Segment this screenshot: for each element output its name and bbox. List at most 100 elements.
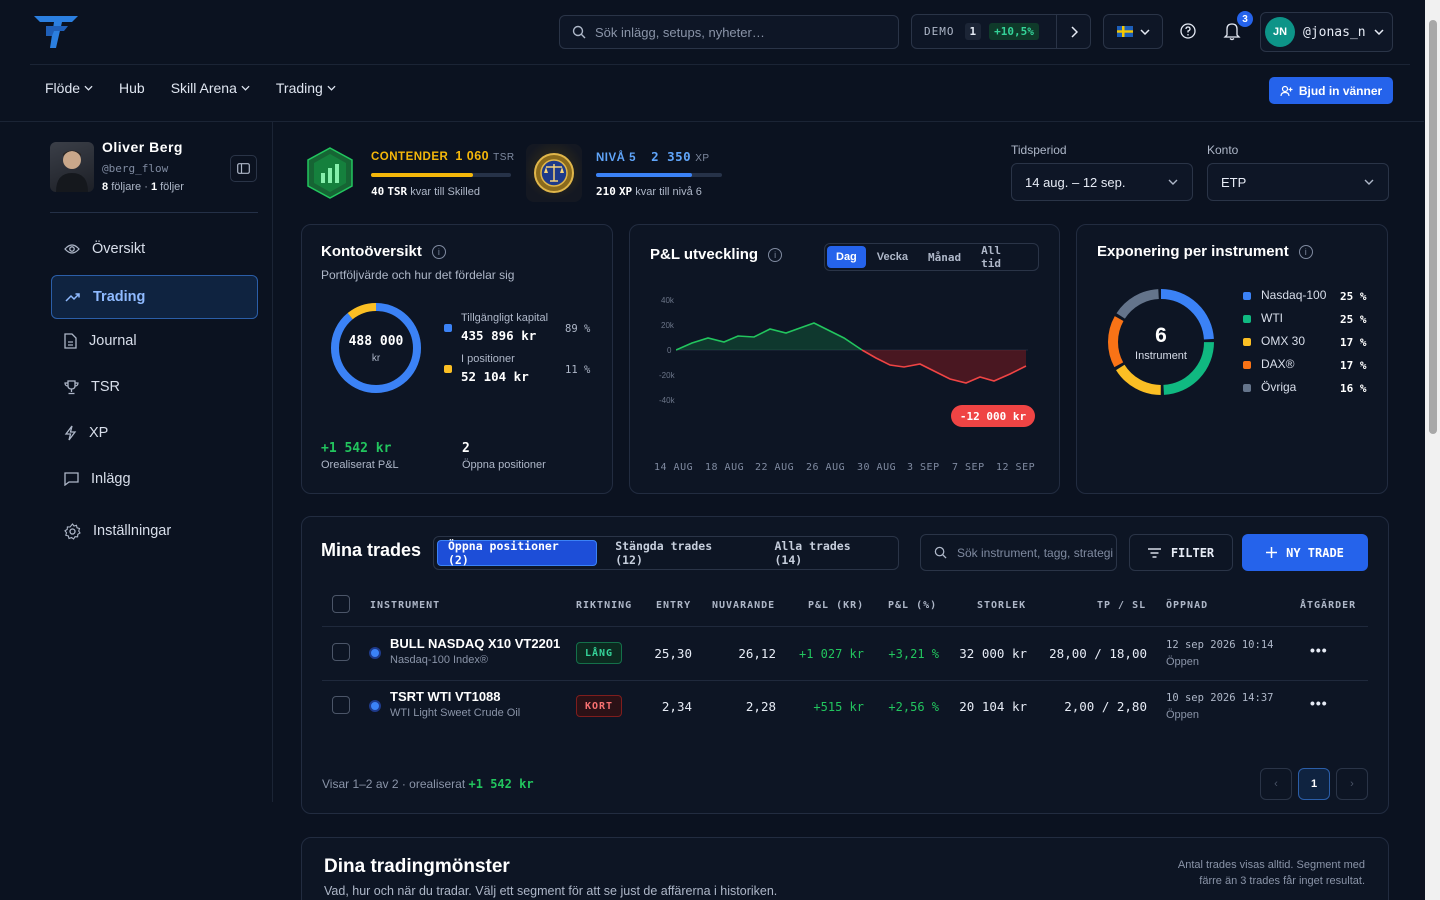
filter-button[interactable]: FILTER — [1129, 534, 1233, 571]
header-divider — [322, 626, 1368, 627]
column-header[interactable]: RIKTNING — [576, 600, 632, 611]
sidebar-item-inlagg[interactable]: Inlägg — [51, 457, 258, 501]
legend-dot-positions — [444, 365, 452, 373]
tsr-tier-badge-icon — [307, 147, 353, 199]
legend-dot-omx30 — [1243, 338, 1251, 346]
x-tick: 7 SEP — [952, 462, 985, 473]
help-icon[interactable] — [1179, 22, 1197, 40]
global-search-input[interactable]: Sök inlägg, setups, nyheter… — [559, 15, 899, 49]
demo-label: DEMO — [924, 25, 955, 38]
sidebar-item-journal[interactable]: Journal — [51, 319, 258, 363]
tab-open-positions[interactable]: Öppna positioner (2) — [437, 539, 598, 567]
card-title-text: Exponering per instrument — [1097, 243, 1289, 260]
column-header[interactable]: P&L (%) — [888, 600, 937, 611]
pnl-current-badge: -12 000 kr — [951, 405, 1035, 427]
nav-item-hub[interactable]: Hub — [119, 80, 145, 96]
nav-label: Trading — [275, 80, 323, 96]
sidebar-item-tsr[interactable]: TSR — [51, 365, 258, 409]
language-selector[interactable] — [1103, 14, 1163, 49]
account-select[interactable]: ETP — [1207, 163, 1389, 201]
xp-remaining: 210 XP kvar till nivå 6 — [596, 185, 702, 198]
instrument-name[interactable]: BULL NASDAQ X10 VT2201 — [390, 636, 560, 651]
trade-search-input[interactable]: Sök instrument, tagg, strategi — [920, 534, 1117, 571]
nav-item-skill-arena[interactable]: Skill Arena — [171, 80, 250, 96]
profile-avatar[interactable] — [50, 142, 94, 192]
instrument-name[interactable]: TSRT WTI VT1088 — [390, 689, 501, 704]
xp-remaining-unit: XP — [618, 185, 633, 198]
open-positions-count: 2 — [462, 441, 470, 456]
row-actions-menu-icon[interactable]: ••• — [1310, 695, 1328, 711]
x-tick: 30 AUG — [857, 462, 897, 473]
demo-next-button[interactable] — [1056, 15, 1090, 48]
select-all-checkbox[interactable] — [332, 595, 350, 613]
nav-item-trading[interactable]: Trading — [276, 80, 336, 96]
exposure-name: Nasdaq-100 — [1261, 288, 1327, 302]
range-dag[interactable]: Dag — [827, 246, 866, 268]
new-trade-button[interactable]: NY TRADE — [1242, 534, 1368, 571]
nav-item-flode[interactable]: Flöde — [45, 80, 93, 96]
account-overview-title: Kontoöversikt i — [321, 243, 446, 260]
column-header[interactable]: ÖPPNAD — [1166, 600, 1208, 611]
info-icon[interactable]: i — [768, 247, 783, 262]
row-checkbox[interactable] — [332, 643, 350, 661]
x-tick: 14 AUG — [654, 462, 694, 473]
chevron-down-icon — [84, 85, 93, 91]
user-avatar: JN — [1265, 17, 1295, 47]
tab-all-trades[interactable]: Alla trades (14) — [764, 539, 895, 567]
nav-label: Flöde — [45, 80, 81, 96]
next-page-button[interactable]: › — [1336, 768, 1368, 800]
profile-follow-stats[interactable]: 8 följare · 1 följer — [102, 181, 184, 193]
sidebar-collapse-button[interactable] — [230, 155, 257, 182]
sidebar-item-label: Trading — [93, 289, 146, 305]
exposure-pct: 17 % — [1340, 359, 1367, 372]
period-select[interactable]: 14 aug. – 12 sep. — [1011, 163, 1193, 201]
column-header[interactable]: STORLEK — [977, 600, 1026, 611]
scrollbar-thumb[interactable] — [1429, 20, 1437, 434]
direction-badge: LÅNG — [576, 642, 623, 664]
range-vecka[interactable]: Vecka — [868, 246, 917, 268]
row-checkbox[interactable] — [332, 696, 350, 714]
exposure-pct: 25 % — [1340, 290, 1367, 303]
account-label: Konto — [1207, 143, 1239, 157]
column-header[interactable]: ENTRY — [656, 600, 691, 611]
exposure-name: WTI — [1261, 311, 1283, 325]
opened-at: 12 sep 2026 10:14 — [1166, 639, 1274, 651]
column-header[interactable]: TP / SL — [1097, 600, 1146, 611]
demo-account-switcher[interactable]: DEMO 1 +10,5% — [911, 14, 1091, 49]
trades-tabs: Öppna positioner (2) Stängda trades (12)… — [433, 536, 899, 570]
invite-friends-button[interactable]: Bjud in vänner — [1269, 77, 1393, 104]
info-icon[interactable]: i — [1298, 244, 1313, 259]
page-button[interactable]: 1 — [1298, 768, 1330, 800]
row-actions-menu-icon[interactable]: ••• — [1310, 642, 1328, 658]
trade-status: Öppen — [1166, 709, 1200, 721]
column-header[interactable]: P&L (KR) — [808, 600, 864, 611]
info-icon[interactable]: i — [431, 244, 446, 259]
range-manad[interactable]: Månad — [919, 246, 970, 268]
filter-icon — [1147, 547, 1161, 558]
tab-closed-trades[interactable]: Stängda trades (12) — [605, 539, 756, 567]
trade-search-placeholder: Sök instrument, tagg, strategi — [957, 545, 1114, 560]
prev-page-button[interactable]: ‹ — [1260, 768, 1292, 800]
card-title-text: P&L utveckling — [650, 246, 759, 263]
sidebar-item-installningar[interactable]: Inställningar — [51, 509, 258, 553]
sidebar-item-trading[interactable]: Trading — [51, 275, 258, 319]
chevron-down-icon — [1364, 179, 1374, 185]
chat-icon — [64, 472, 79, 486]
sidebar-item-label: Översikt — [92, 241, 146, 257]
column-header[interactable]: NUVARANDE — [712, 600, 775, 611]
xp-remaining-value: 210 — [596, 185, 616, 198]
nav-divider — [0, 121, 1424, 122]
sidebar-item-xp[interactable]: XP — [51, 411, 258, 455]
xp-level-title: NIVÅ 5 2 350 XP — [596, 149, 710, 164]
column-header[interactable]: INSTRUMENT — [370, 600, 440, 611]
user-menu[interactable]: JN @jonas_n — [1260, 12, 1393, 52]
demo-count: 1 — [964, 23, 982, 40]
sidebar-item-oversikt[interactable]: Översikt — [51, 227, 258, 271]
exposure-pct: 17 % — [1340, 336, 1367, 349]
xp-value: 2 350 — [651, 149, 692, 164]
range-all-tid[interactable]: All tid — [972, 244, 1036, 270]
app-logo[interactable] — [32, 12, 80, 52]
y-tick: -40k — [659, 396, 675, 405]
legend-dot-available — [444, 324, 452, 332]
chevron-down-icon — [1374, 29, 1384, 35]
